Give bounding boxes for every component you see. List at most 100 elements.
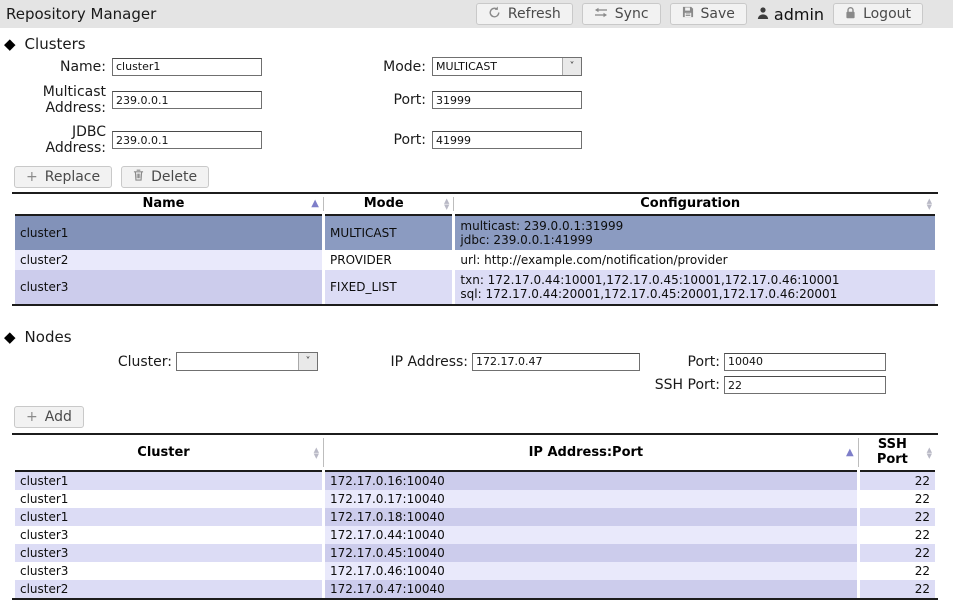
nodes-table: Cluster ▲▼ IP Address:Port ▲ SSH Port ▲▼… (12, 433, 938, 600)
sync-icon (594, 6, 608, 22)
sort-asc-icon: ▲ (846, 448, 854, 458)
cell-cluster-name: cluster2 (15, 250, 322, 270)
cell-node-address: 172.17.0.16:10040 (325, 472, 857, 490)
cell-node-ssh: 22 (860, 490, 935, 508)
chevron-down-icon: ˅ (298, 353, 317, 370)
config-line: url: http://example.com/notification/pro… (460, 253, 930, 267)
save-button[interactable]: Save (670, 3, 747, 25)
cell-node-cluster: cluster1 (15, 490, 322, 508)
cell-node-address: 172.17.0.18:10040 (325, 508, 857, 526)
node-row[interactable]: cluster1 172.17.0.17:10040 22 (15, 490, 935, 508)
cluster-mode-label: Mode: (268, 59, 426, 75)
clusters-col-name[interactable]: Name ▲ (15, 194, 322, 216)
cluster-mode-select[interactable]: MULTICAST ˅ (432, 57, 582, 76)
cell-node-ssh: 22 (860, 508, 935, 526)
node-row[interactable]: cluster3 172.17.0.45:10040 22 (15, 544, 935, 562)
multicast-port-label: Port: (268, 92, 426, 108)
node-port-input[interactable] (724, 353, 886, 371)
nodes-col-cluster[interactable]: Cluster ▲▼ (15, 435, 322, 472)
cell-cluster-mode: PROVIDER (325, 250, 452, 270)
cluster-row[interactable]: cluster3 FIXED_LIST txn: 172.17.0.44:100… (15, 270, 935, 304)
multicast-port-input[interactable] (432, 91, 582, 109)
node-ip-input[interactable] (472, 353, 640, 371)
table-bottom-border (12, 304, 938, 306)
nodes-section-header[interactable]: ◆ Nodes (4, 328, 953, 346)
cell-node-ssh: 22 (860, 526, 935, 544)
cell-node-address: 172.17.0.47:10040 (325, 580, 857, 598)
node-ssh-input[interactable] (724, 376, 886, 394)
cell-cluster-name: cluster3 (15, 270, 322, 304)
top-bar: Repository Manager Refresh Sync Save adm… (0, 0, 953, 28)
clusters-col-config[interactable]: Configuration ▲▼ (455, 194, 935, 216)
multicast-address-input[interactable] (112, 91, 262, 109)
user-name: admin (774, 5, 824, 24)
lock-icon (845, 6, 856, 23)
replace-label: Replace (45, 169, 100, 185)
jdbc-port-label: Port: (268, 132, 426, 148)
nodes-col-address[interactable]: IP Address:Port ▲ (325, 435, 857, 472)
multicast-address-label: Multicast Address: (30, 84, 106, 116)
save-icon (682, 6, 694, 22)
logout-label: Logout (863, 6, 911, 22)
spacer (322, 385, 468, 386)
cluster-name-input[interactable] (112, 58, 262, 76)
delete-label: Delete (151, 169, 197, 185)
config-line: multicast: 239.0.0.1:31999 (460, 219, 930, 233)
topbar-actions: Refresh Sync Save admin Logout (476, 3, 923, 25)
cell-cluster-config: multicast: 239.0.0.1:31999 jdbc: 239.0.0… (455, 216, 935, 250)
jdbc-address-input[interactable] (112, 131, 262, 149)
nodes-table-header-row: Cluster ▲▼ IP Address:Port ▲ SSH Port ▲▼ (15, 435, 935, 472)
sort-asc-icon: ▲ (311, 199, 319, 209)
cell-node-address: 172.17.0.17:10040 (325, 490, 857, 508)
node-row[interactable]: cluster2 172.17.0.47:10040 22 (15, 580, 935, 598)
cell-node-address: 172.17.0.46:10040 (325, 562, 857, 580)
cluster-row-selected[interactable]: cluster1 MULTICAST multicast: 239.0.0.1:… (15, 216, 935, 250)
col-cluster-label: Cluster (137, 445, 189, 460)
delete-button[interactable]: Delete (121, 166, 209, 188)
cell-cluster-mode: MULTICAST (325, 216, 452, 250)
node-row[interactable]: cluster3 172.17.0.44:10040 22 (15, 526, 935, 544)
clusters-form: Name: Mode: MULTICAST ˅ Multicast Addres… (6, 57, 953, 156)
sync-label: Sync (615, 6, 649, 22)
cell-node-address: 172.17.0.44:10040 (325, 526, 857, 544)
nodes-actions: + Add (14, 406, 953, 428)
sort-icon: ▲▼ (927, 198, 932, 210)
cell-node-cluster: cluster3 (15, 562, 322, 580)
cell-node-ssh: 22 (860, 562, 935, 580)
col-ssh-label: SSH Port (877, 437, 908, 467)
clusters-section-header[interactable]: ◆ Clusters (4, 35, 953, 53)
spacer (176, 385, 318, 386)
node-row[interactable]: cluster1 172.17.0.18:10040 22 (15, 508, 935, 526)
cell-node-cluster: cluster3 (15, 526, 322, 544)
cell-cluster-config: url: http://example.com/notification/pro… (455, 250, 935, 270)
node-cluster-select[interactable]: ˅ (176, 352, 318, 371)
node-ssh-label: SSH Port: (644, 377, 720, 393)
col-config-label: Configuration (640, 196, 740, 211)
jdbc-port-input[interactable] (432, 131, 582, 149)
spacer (472, 385, 640, 386)
clusters-col-mode[interactable]: Mode ▲▼ (325, 194, 452, 216)
cell-cluster-config: txn: 172.17.0.44:10001,172.17.0.45:10001… (455, 270, 935, 304)
section-diamond-icon: ◆ (4, 330, 16, 345)
replace-button[interactable]: + Replace (14, 166, 112, 188)
add-label: Add (45, 409, 72, 425)
nodes-section-label: Nodes (25, 328, 72, 346)
node-row[interactable]: cluster1 172.17.0.16:10040 22 (15, 472, 935, 490)
clusters-actions: + Replace Delete (14, 166, 953, 188)
node-row[interactable]: cluster3 172.17.0.46:10040 22 (15, 562, 935, 580)
user-menu[interactable]: admin (756, 5, 824, 24)
cluster-row[interactable]: cluster2 PROVIDER url: http://example.co… (15, 250, 935, 270)
sync-button[interactable]: Sync (582, 3, 661, 25)
app-title: Repository Manager (6, 5, 156, 23)
nodes-col-ssh[interactable]: SSH Port ▲▼ (860, 435, 935, 472)
cell-node-cluster: cluster1 (15, 508, 322, 526)
logout-button[interactable]: Logout (833, 3, 923, 25)
cell-node-ssh: 22 (860, 544, 935, 562)
chevron-down-icon: ˅ (562, 58, 581, 75)
cell-node-address: 172.17.0.45:10040 (325, 544, 857, 562)
col-mode-label: Mode (364, 196, 404, 211)
add-button[interactable]: + Add (14, 406, 84, 428)
config-line: txn: 172.17.0.44:10001,172.17.0.45:10001… (460, 273, 930, 287)
clusters-table: Name ▲ Mode ▲▼ Configuration ▲▼ cluster1… (12, 192, 938, 306)
refresh-button[interactable]: Refresh (476, 3, 573, 25)
